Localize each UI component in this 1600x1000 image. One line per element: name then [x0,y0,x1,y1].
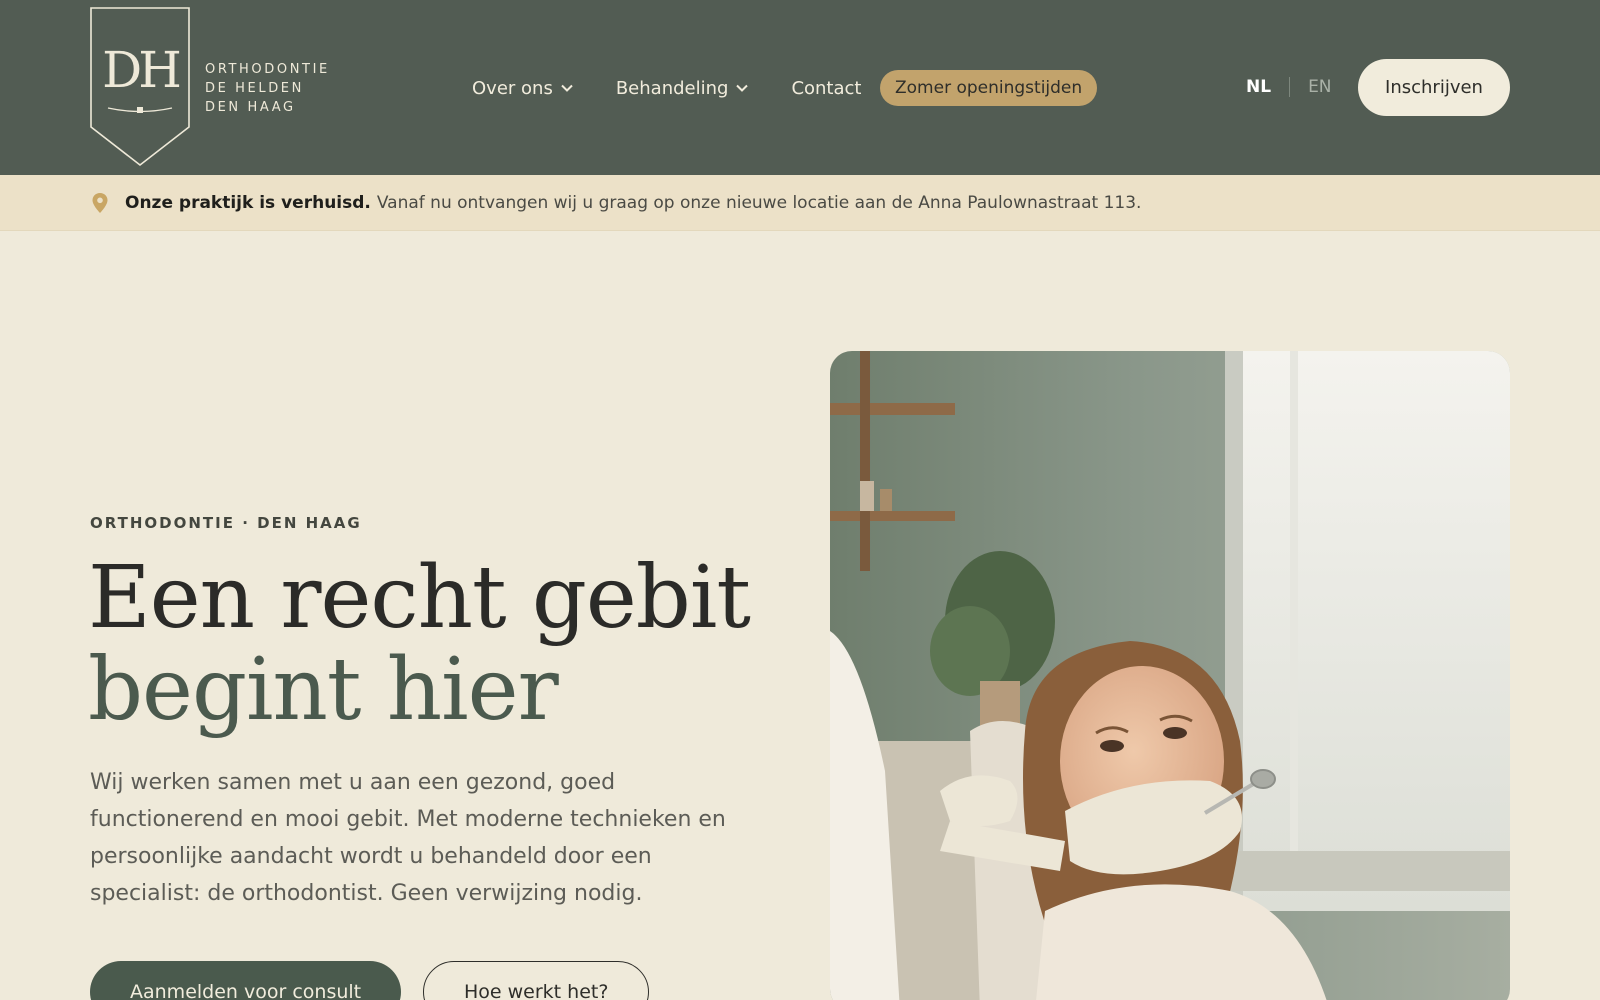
logo-wordmark: ORTHODONTIE DE HELDEN DEN HAAG [205,60,330,117]
chevron-down-icon [561,84,573,92]
how-it-works-button[interactable]: Hoe werkt het? [423,961,650,1000]
relocation-notice: Onze praktijk is verhuisd. Vanaf nu ontv… [0,175,1600,231]
notice-title: Onze praktijk is verhuisd. [125,192,371,213]
hero-lead: Wij werken samen met u aan een gezond, g… [90,770,726,906]
nav-item-contact[interactable]: Contact [791,78,861,99]
logo-shield-icon: DH [90,7,190,167]
lang-en-link[interactable]: EN [1308,77,1331,97]
logo-line-3: DEN HAAG [205,100,296,115]
lang-nl-link[interactable]: NL [1246,77,1271,97]
hero-photo [830,351,1510,1000]
summer-hours-link[interactable]: Zomer openingstijden [880,70,1098,106]
hero-eyebrow: ORTHODONTIE · DEN HAAG [90,514,362,532]
hero-title: Een recht gebit begint hier [88,552,788,736]
location-pin-icon [92,192,108,213]
site-header: DH ORTHODONTIE DE HELDEN DEN HAAG Over o… [0,0,1600,175]
language-switcher: NL EN [1246,77,1332,97]
lang-divider [1289,77,1291,97]
hero-title-line-1: Een recht gebit [88,548,751,648]
consult-signup-button[interactable]: Aanmelden voor consult [90,961,402,1000]
signup-button[interactable]: Inschrijven [1358,59,1510,116]
logo-line-1: ORTHODONTIE [205,62,330,77]
logo-monogram: DH [102,41,179,99]
main-nav: Over ons Behandeling Contact [472,73,903,103]
chevron-down-icon [736,84,749,92]
hero-photo-illustration [830,351,1510,1000]
notice-text: Vanaf nu ontvangen wij u graag op onze n… [376,192,1142,213]
nav-item-label: Behandeling [615,77,729,99]
nav-item-label: Over ons [472,77,553,99]
nav-item-behandeling[interactable]: Behandeling [616,78,750,99]
nav-item-over-ons[interactable]: Over ons [472,78,574,99]
hero-title-line-2: begint hier [88,640,559,740]
logo-line-2: DE HELDEN [205,81,304,96]
nav-item-label: Contact [791,77,862,99]
